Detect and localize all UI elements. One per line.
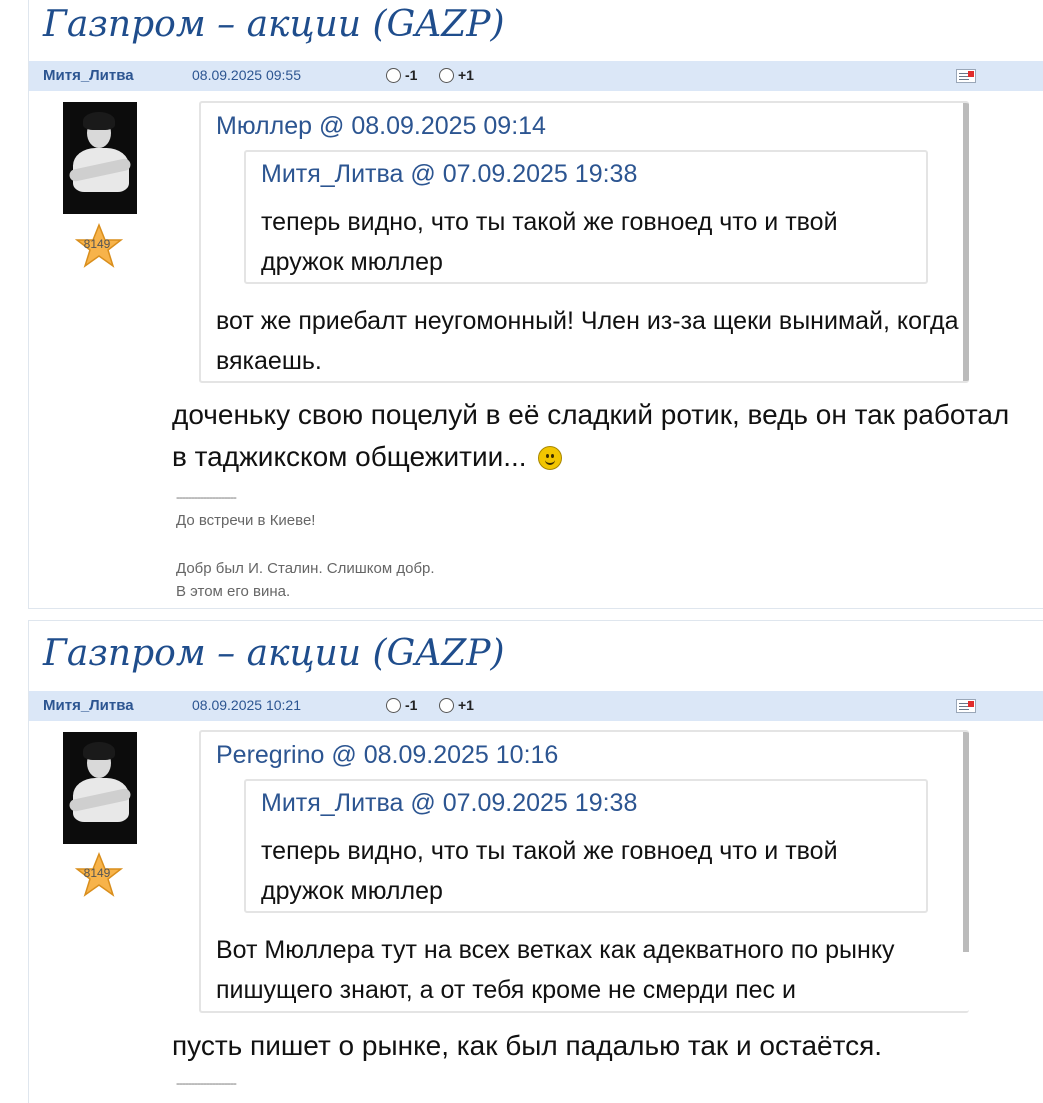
vote-minus-label: -1 — [405, 697, 418, 713]
vote-minus-radio[interactable] — [386, 67, 401, 83]
reply-icon[interactable] — [956, 69, 976, 83]
quote-block: Мюллер @ 08.09.2025 09:14 Митя_Литва @ 0… — [199, 101, 969, 383]
avatar[interactable] — [63, 102, 137, 214]
quote-header: Peregrino @ 08.09.2025 10:16 — [216, 741, 558, 770]
nested-quote-header: Митя_Литва @ 07.09.2025 19:38 — [261, 160, 637, 189]
post-body: доченьку свою поцелуй в её сладкий ротик… — [172, 394, 1022, 478]
forum-post: Газпром – акции (GAZP) Митя_Литва 08.09.… — [28, 620, 1043, 1103]
signature-divider: -------------------- — [176, 1076, 237, 1090]
thread-title[interactable]: Газпром – акции (GAZP) — [43, 633, 505, 674]
forum-post: Газпром – акции (GAZP) Митя_Литва 08.09.… — [28, 0, 1043, 609]
post-meta-bar: Митя_Литва 08.09.2025 10:21 -1 +1 — [29, 691, 1043, 721]
quote-text: Вот Мюллера тут на всех ветках как адекв… — [216, 936, 895, 1004]
post-date[interactable]: 08.09.2025 10:21 — [192, 697, 301, 713]
rating-star-icon: 8149 — [75, 223, 123, 268]
reply-icon[interactable] — [956, 699, 976, 713]
vote-plus[interactable]: +1 — [439, 67, 474, 83]
nested-quote-date[interactable]: 07.09.2025 19:38 — [443, 789, 638, 817]
nested-quote-author[interactable]: Митя_Литва — [261, 789, 403, 817]
signature-divider: -------------------- — [176, 490, 237, 504]
rating-star-icon: 8149 — [75, 852, 123, 897]
quote-scrollbar[interactable] — [963, 732, 969, 952]
vote-minus-label: -1 — [405, 67, 418, 83]
vote-minus[interactable]: -1 — [386, 697, 417, 713]
vote-plus-radio[interactable] — [439, 67, 454, 83]
post-meta-bar: Митя_Литва 08.09.2025 09:55 -1 +1 — [29, 61, 1043, 91]
nested-quote-block: Митя_Литва @ 07.09.2025 19:38 теперь вид… — [244, 779, 928, 913]
quote-at: @ — [331, 741, 357, 769]
post-body-text: пусть пишет о рынке, как был падалью так… — [172, 1030, 883, 1061]
nested-quote-author[interactable]: Митя_Литва — [261, 160, 403, 188]
quote-block: Peregrino @ 08.09.2025 10:16 Митя_Литва … — [199, 730, 969, 1013]
vote-plus-radio[interactable] — [439, 697, 454, 713]
post-body: пусть пишет о рынке, как был падалью так… — [172, 1025, 1022, 1067]
quote-at: @ — [318, 112, 345, 140]
nested-quote-at: @ — [410, 160, 436, 188]
vote-plus[interactable]: +1 — [439, 697, 474, 713]
nested-quote-text: теперь видно, что ты такой же говноед чт… — [261, 837, 838, 905]
signature-line: Добр был И. Сталин. Слишком добр. — [176, 560, 435, 577]
rating-value: 8149 — [84, 866, 111, 880]
thread-title[interactable]: Газпром – акции (GAZP) — [43, 4, 505, 45]
smiley-icon — [538, 446, 563, 470]
post-author[interactable]: Митя_Литва — [43, 697, 134, 714]
quote-author[interactable]: Peregrino — [216, 741, 324, 769]
avatar[interactable] — [63, 732, 137, 844]
vote-minus[interactable]: -1 — [386, 67, 417, 83]
vote-minus-radio[interactable] — [386, 697, 401, 713]
quote-text: вот же приебалт неугомонный! Член из-за … — [216, 307, 959, 375]
nested-quote-header: Митя_Литва @ 07.09.2025 19:38 — [261, 789, 637, 818]
nested-quote-block: Митя_Литва @ 07.09.2025 19:38 теперь вид… — [244, 150, 928, 284]
quote-date[interactable]: 08.09.2025 09:14 — [351, 112, 546, 140]
nested-quote-at: @ — [410, 789, 436, 817]
nested-quote-date[interactable]: 07.09.2025 19:38 — [443, 160, 638, 188]
rating-value: 8149 — [84, 237, 111, 251]
signature-line: До встречи в Киеве! — [176, 512, 316, 529]
signature-line: В этом его вина. — [176, 583, 291, 600]
post-body-text: доченьку свою поцелуй в её сладкий ротик… — [172, 399, 1010, 472]
nested-quote-text: теперь видно, что ты такой же говноед чт… — [261, 208, 838, 276]
post-date[interactable]: 08.09.2025 09:55 — [192, 67, 301, 83]
vote-plus-label: +1 — [458, 697, 474, 713]
quote-header: Мюллер @ 08.09.2025 09:14 — [216, 112, 546, 141]
post-author[interactable]: Митя_Литва — [43, 67, 134, 84]
quote-date[interactable]: 08.09.2025 10:16 — [364, 741, 559, 769]
quote-author[interactable]: Мюллер — [216, 112, 312, 140]
vote-plus-label: +1 — [458, 67, 474, 83]
